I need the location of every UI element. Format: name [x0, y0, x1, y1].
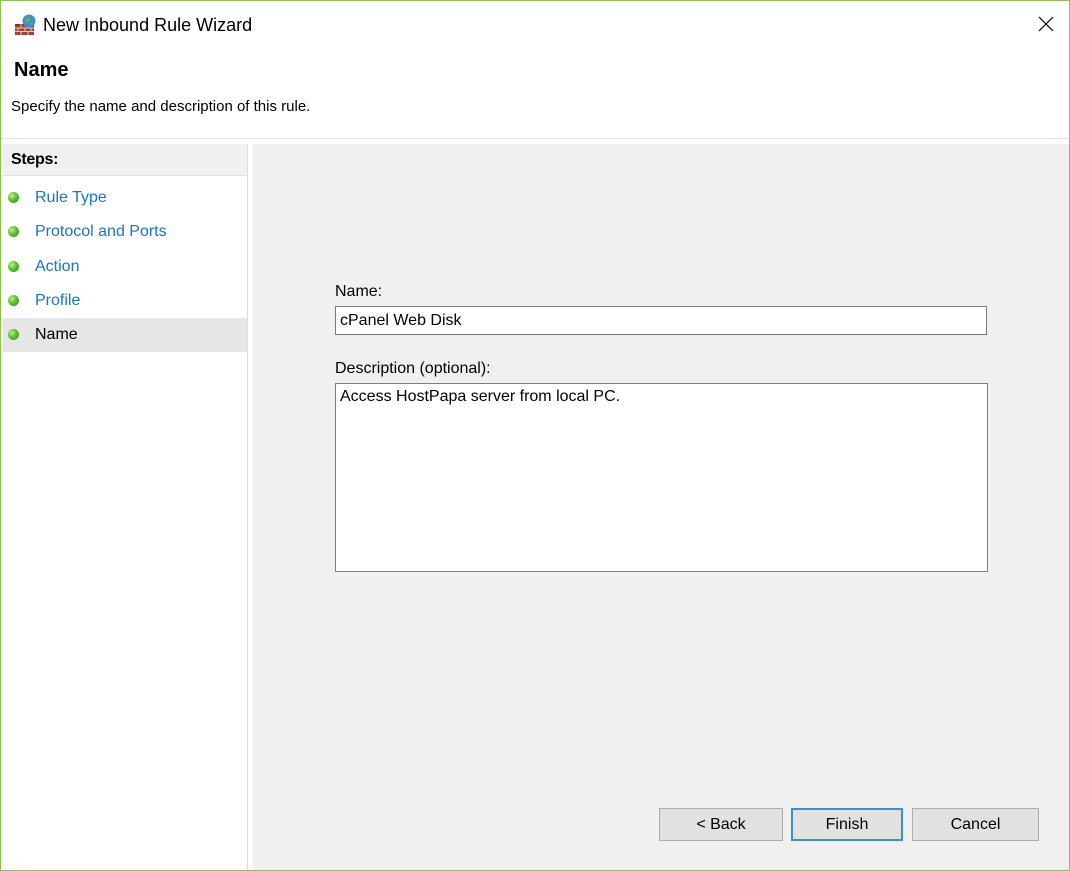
description-textarea[interactable]: Access HostPapa server from local PC. [335, 383, 988, 572]
title-bar: New Inbound Rule Wizard [1, 1, 1069, 49]
step-label: Protocol and Ports [35, 223, 167, 240]
step-complete-icon [8, 261, 19, 272]
step-label: Action [35, 258, 80, 275]
step-complete-icon [8, 295, 19, 306]
steps-heading: Steps: [3, 144, 247, 176]
step-current-icon [8, 329, 19, 340]
steps-pane: Steps: Rule Type Protocol and Ports Acti… [1, 144, 248, 870]
description-label: Description (optional): [335, 360, 491, 377]
close-icon [1038, 16, 1054, 32]
wizard-window: New Inbound Rule Wizard Name Specify the… [0, 0, 1070, 871]
page-title: Name [14, 59, 69, 81]
step-complete-icon [8, 226, 19, 237]
page-subtitle: Specify the name and description of this… [11, 98, 311, 115]
name-input[interactable] [335, 306, 987, 335]
step-action[interactable]: Action [3, 250, 247, 284]
step-label: Name [35, 326, 78, 343]
content-pane: Name: Description (optional): Access Hos… [253, 144, 1069, 870]
step-label: Profile [35, 292, 81, 309]
step-name: Name [3, 318, 247, 352]
header-divider [1, 138, 1069, 139]
step-complete-icon [8, 192, 19, 203]
window-title: New Inbound Rule Wizard [43, 15, 253, 35]
close-button[interactable] [1023, 1, 1069, 47]
name-label: Name: [335, 283, 383, 300]
firewall-icon [15, 14, 36, 35]
finish-button[interactable]: Finish [791, 808, 903, 841]
step-profile[interactable]: Profile [3, 284, 247, 318]
step-label: Rule Type [35, 189, 107, 206]
step-protocol-and-ports[interactable]: Protocol and Ports [3, 215, 247, 249]
back-button[interactable]: < Back [659, 808, 783, 841]
cancel-button[interactable]: Cancel [912, 808, 1039, 841]
step-rule-type[interactable]: Rule Type [3, 181, 247, 215]
